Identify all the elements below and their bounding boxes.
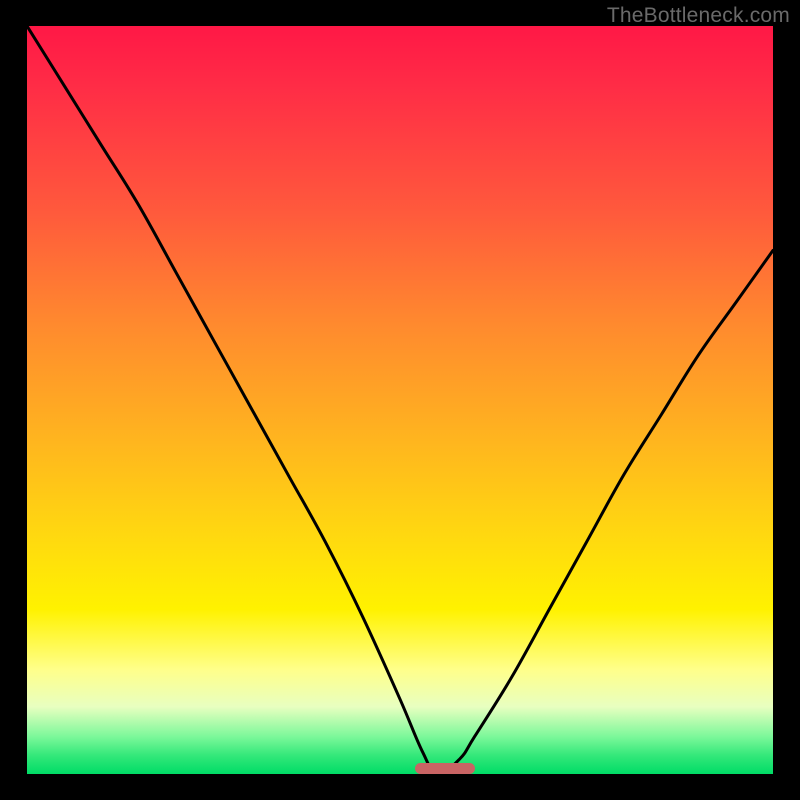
plot-area — [27, 26, 773, 774]
watermark-text: TheBottleneck.com — [607, 4, 790, 28]
chart-frame: TheBottleneck.com — [0, 0, 800, 800]
bottleneck-curve — [27, 26, 773, 774]
optimal-range-marker — [415, 763, 475, 774]
